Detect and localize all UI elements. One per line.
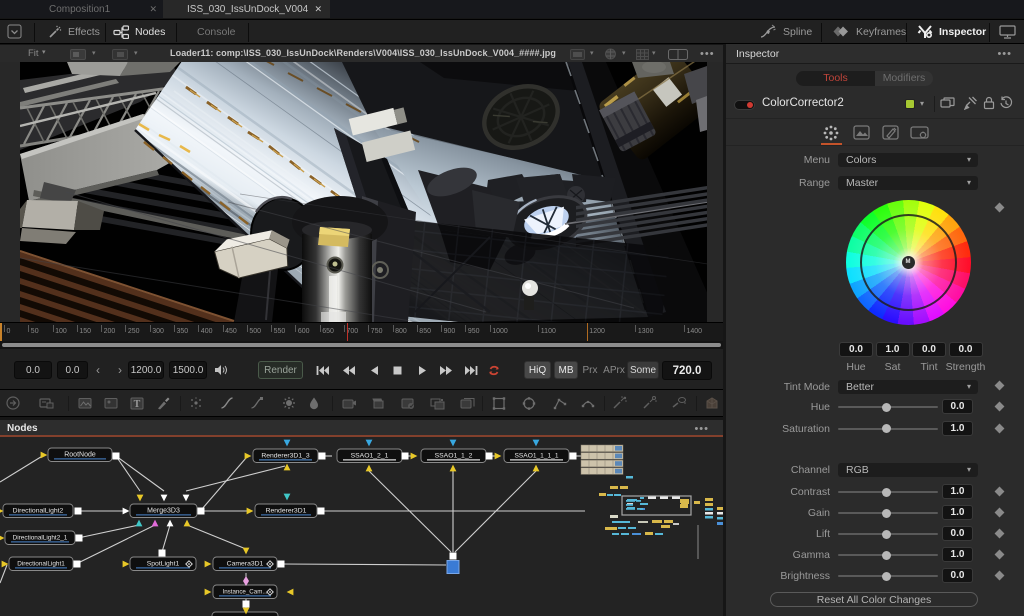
svg-text:SSAO1_1_2: SSAO1_1_2 [435, 453, 473, 460]
svg-text:T: T [134, 399, 141, 410]
svg-text:Instance_Cam...: Instance_Cam... [222, 589, 267, 596]
svg-text:DirectionalLight2_1: DirectionalLight2_1 [13, 535, 68, 542]
svg-text:Renderer3D1_3: Renderer3D1_3 [261, 453, 310, 460]
svg-text:Renderer3D1: Renderer3D1 [266, 508, 307, 515]
svg-text:Camera3D1: Camera3D1 [227, 561, 264, 568]
svg-text:SSAO1_2_1: SSAO1_2_1 [351, 453, 389, 460]
svg-text:DirectionalLight2: DirectionalLight2 [13, 508, 64, 515]
svg-text:Merge3D3: Merge3D3 [147, 508, 180, 515]
svg-text:SSAO1_1_1_1: SSAO1_1_1_1 [515, 453, 559, 460]
svg-text:DirectionalLight1: DirectionalLight1 [17, 561, 65, 568]
svg-text:SpotLight1: SpotLight1 [147, 561, 180, 568]
svg-text:RootNode: RootNode [64, 452, 96, 459]
